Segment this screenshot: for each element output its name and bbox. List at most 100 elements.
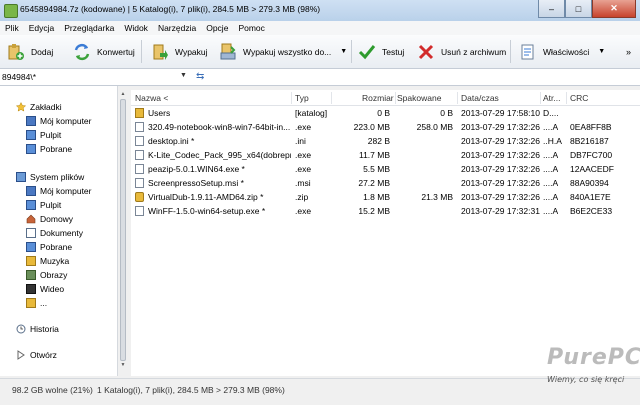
column-date[interactable]: Data/czas bbox=[461, 93, 499, 103]
play-arrow-icon bbox=[16, 350, 26, 360]
watermark-logo: PurePC Wiemy, co się kręci bbox=[547, 345, 640, 400]
column-crc[interactable]: CRC bbox=[570, 93, 588, 103]
scrollbar-thumb[interactable] bbox=[120, 99, 126, 361]
table-row[interactable]: WinFF-1.5.0-win64-setup.exe * .exe 15.2 … bbox=[131, 204, 640, 218]
sidebar-item-videos[interactable]: Wideo bbox=[26, 284, 64, 294]
table-row[interactable]: peazip-5.0.1.WIN64.exe * .exe 5.5 MB 201… bbox=[131, 162, 640, 176]
maximize-button[interactable]: □ bbox=[565, 0, 592, 18]
minimize-button[interactable]: – bbox=[538, 0, 565, 18]
toolbar-overflow-icon[interactable]: » bbox=[626, 38, 631, 65]
file-icon bbox=[135, 178, 144, 188]
column-divider[interactable] bbox=[540, 92, 541, 104]
test-button[interactable]: Testuj bbox=[357, 38, 404, 65]
menu-edit[interactable]: Edycja bbox=[24, 23, 60, 33]
scroll-up-icon[interactable]: ▲ bbox=[119, 91, 127, 97]
filesystem-icon bbox=[16, 172, 26, 182]
toolbar-separator bbox=[141, 40, 142, 63]
extract-all-button[interactable]: Wypakuj wszystko do... ▼ bbox=[218, 38, 347, 65]
delete-from-archive-button[interactable]: Usuń z archiwum bbox=[416, 38, 506, 65]
home-icon bbox=[26, 214, 36, 224]
properties-dropdown-icon[interactable]: ▼ bbox=[598, 48, 605, 55]
file-icon bbox=[135, 136, 144, 146]
archive-summary-label: 1 Katalog(i), 7 plik(i), 284.5 MB > 279.… bbox=[97, 385, 285, 395]
column-divider[interactable] bbox=[291, 92, 292, 104]
table-row[interactable]: VirtualDub-1.9.11-AMD64.zip * .zip 1.8 M… bbox=[131, 190, 640, 204]
column-packed[interactable]: Spakowane bbox=[397, 93, 441, 103]
navigate-icon[interactable]: ⇆ bbox=[196, 71, 204, 82]
sidebar-item-documents[interactable]: Dokumenty bbox=[26, 228, 83, 238]
sidebar-item-desktop[interactable]: Pulpit bbox=[26, 130, 61, 140]
app-icon bbox=[4, 4, 18, 18]
convert-icon bbox=[72, 42, 92, 62]
menu-options[interactable]: Opcje bbox=[201, 23, 233, 33]
column-divider[interactable] bbox=[457, 92, 458, 104]
menu-help[interactable]: Pomoc bbox=[233, 23, 269, 33]
toolbar-separator bbox=[351, 40, 352, 63]
close-button[interactable]: ✕ bbox=[592, 0, 636, 18]
file-icon bbox=[135, 164, 144, 174]
computer-icon bbox=[26, 186, 36, 196]
sidebar-item-my-computer[interactable]: Mój komputer bbox=[26, 186, 92, 196]
table-row[interactable]: desktop.ini * .ini 282 B 2013-07-29 17:3… bbox=[131, 134, 640, 148]
sidebar-scrollbar[interactable]: ▲ ▼ bbox=[119, 90, 127, 370]
extract-icon bbox=[150, 42, 170, 62]
sidebar-filesystem-header[interactable]: System plików bbox=[16, 172, 84, 182]
desktop-icon bbox=[26, 200, 36, 210]
menu-tools[interactable]: Narzędzia bbox=[153, 23, 201, 33]
add-archive-icon bbox=[6, 42, 26, 62]
sidebar-item-home[interactable]: Domowy bbox=[26, 214, 73, 224]
sidebar-item-my-computer[interactable]: Mój komputer bbox=[26, 116, 92, 126]
column-name[interactable]: Nazwa < bbox=[135, 93, 168, 103]
convert-button[interactable]: Konwertuj bbox=[72, 38, 135, 65]
menu-view[interactable]: Widok bbox=[119, 23, 153, 33]
file-icon bbox=[135, 122, 144, 132]
column-attributes[interactable]: Atr... bbox=[543, 93, 560, 103]
toolbar: Dodaj Konwertuj Wypakuj Wypakuj wszystko… bbox=[0, 35, 640, 69]
menu-file[interactable]: Plik bbox=[0, 23, 24, 33]
table-row[interactable]: 320.49-notebook-win8-win7-64bit-in... .e… bbox=[131, 120, 640, 134]
file-list: Nazwa < Typ Rozmiar Spakowane Data/czas … bbox=[131, 90, 640, 376]
column-divider[interactable] bbox=[331, 92, 332, 104]
sidebar-open[interactable]: Otwórz bbox=[16, 350, 57, 360]
watermark-slogan: Wiemy, co się kręci bbox=[547, 375, 625, 384]
folder-icon bbox=[26, 298, 36, 308]
extract-all-dropdown-icon[interactable]: ▼ bbox=[340, 48, 347, 55]
column-type[interactable]: Typ bbox=[295, 93, 309, 103]
properties-button[interactable]: Właściwości ▼ bbox=[518, 38, 605, 65]
sidebar: Zakładki Mój komputer Pulpit Pobrane Sys… bbox=[0, 86, 118, 376]
sidebar-item-music[interactable]: Muzyka bbox=[26, 256, 69, 266]
menu-browser[interactable]: Przeglądarka bbox=[59, 23, 119, 33]
sidebar-item-desktop[interactable]: Pulpit bbox=[26, 200, 61, 210]
sidebar-item-pictures[interactable]: Obrazy bbox=[26, 270, 67, 280]
extract-button[interactable]: Wypakuj bbox=[150, 38, 208, 65]
column-divider[interactable] bbox=[566, 92, 567, 104]
pictures-icon bbox=[26, 270, 36, 280]
file-list-header: Nazwa < Typ Rozmiar Spakowane Data/czas … bbox=[131, 90, 640, 106]
delete-x-icon bbox=[416, 42, 436, 62]
sidebar-history[interactable]: Historia bbox=[16, 324, 59, 334]
folder-icon bbox=[135, 108, 144, 118]
title-bar: 6545894984.7z (kodowane) | 5 Katalog(i),… bbox=[0, 0, 640, 22]
table-row[interactable]: K-Lite_Codec_Pack_995_x64(dobrepr... .ex… bbox=[131, 148, 640, 162]
properties-icon bbox=[518, 42, 538, 62]
file-icon bbox=[135, 206, 144, 216]
sidebar-item-downloads[interactable]: Pobrane bbox=[26, 242, 72, 252]
path-input[interactable]: 894984\* bbox=[2, 72, 36, 82]
computer-icon bbox=[26, 116, 36, 126]
table-row[interactable]: ScreenpressoSetup.msi * .msi 27.2 MB 201… bbox=[131, 176, 640, 190]
checkmark-icon bbox=[357, 42, 377, 62]
downloads-folder-icon bbox=[26, 242, 36, 252]
scroll-down-icon[interactable]: ▼ bbox=[119, 362, 127, 368]
path-dropdown-icon[interactable]: ▼ bbox=[180, 72, 187, 79]
toolbar-separator bbox=[510, 40, 511, 63]
table-row[interactable]: Users [katalog] 0 B 0 B 2013-07-29 17:58… bbox=[131, 106, 640, 120]
column-size[interactable]: Rozmiar bbox=[362, 93, 394, 103]
sidebar-item-downloads[interactable]: Pobrane bbox=[26, 144, 72, 154]
column-divider[interactable] bbox=[395, 92, 396, 104]
sidebar-bookmarks-header[interactable]: Zakładki bbox=[15, 101, 62, 112]
desktop-icon bbox=[26, 130, 36, 140]
videos-icon bbox=[26, 284, 36, 294]
sidebar-item-more[interactable]: ... bbox=[26, 298, 47, 308]
window-title: 6545894984.7z (kodowane) | 5 Katalog(i),… bbox=[20, 4, 321, 14]
add-button[interactable]: Dodaj bbox=[6, 38, 53, 65]
